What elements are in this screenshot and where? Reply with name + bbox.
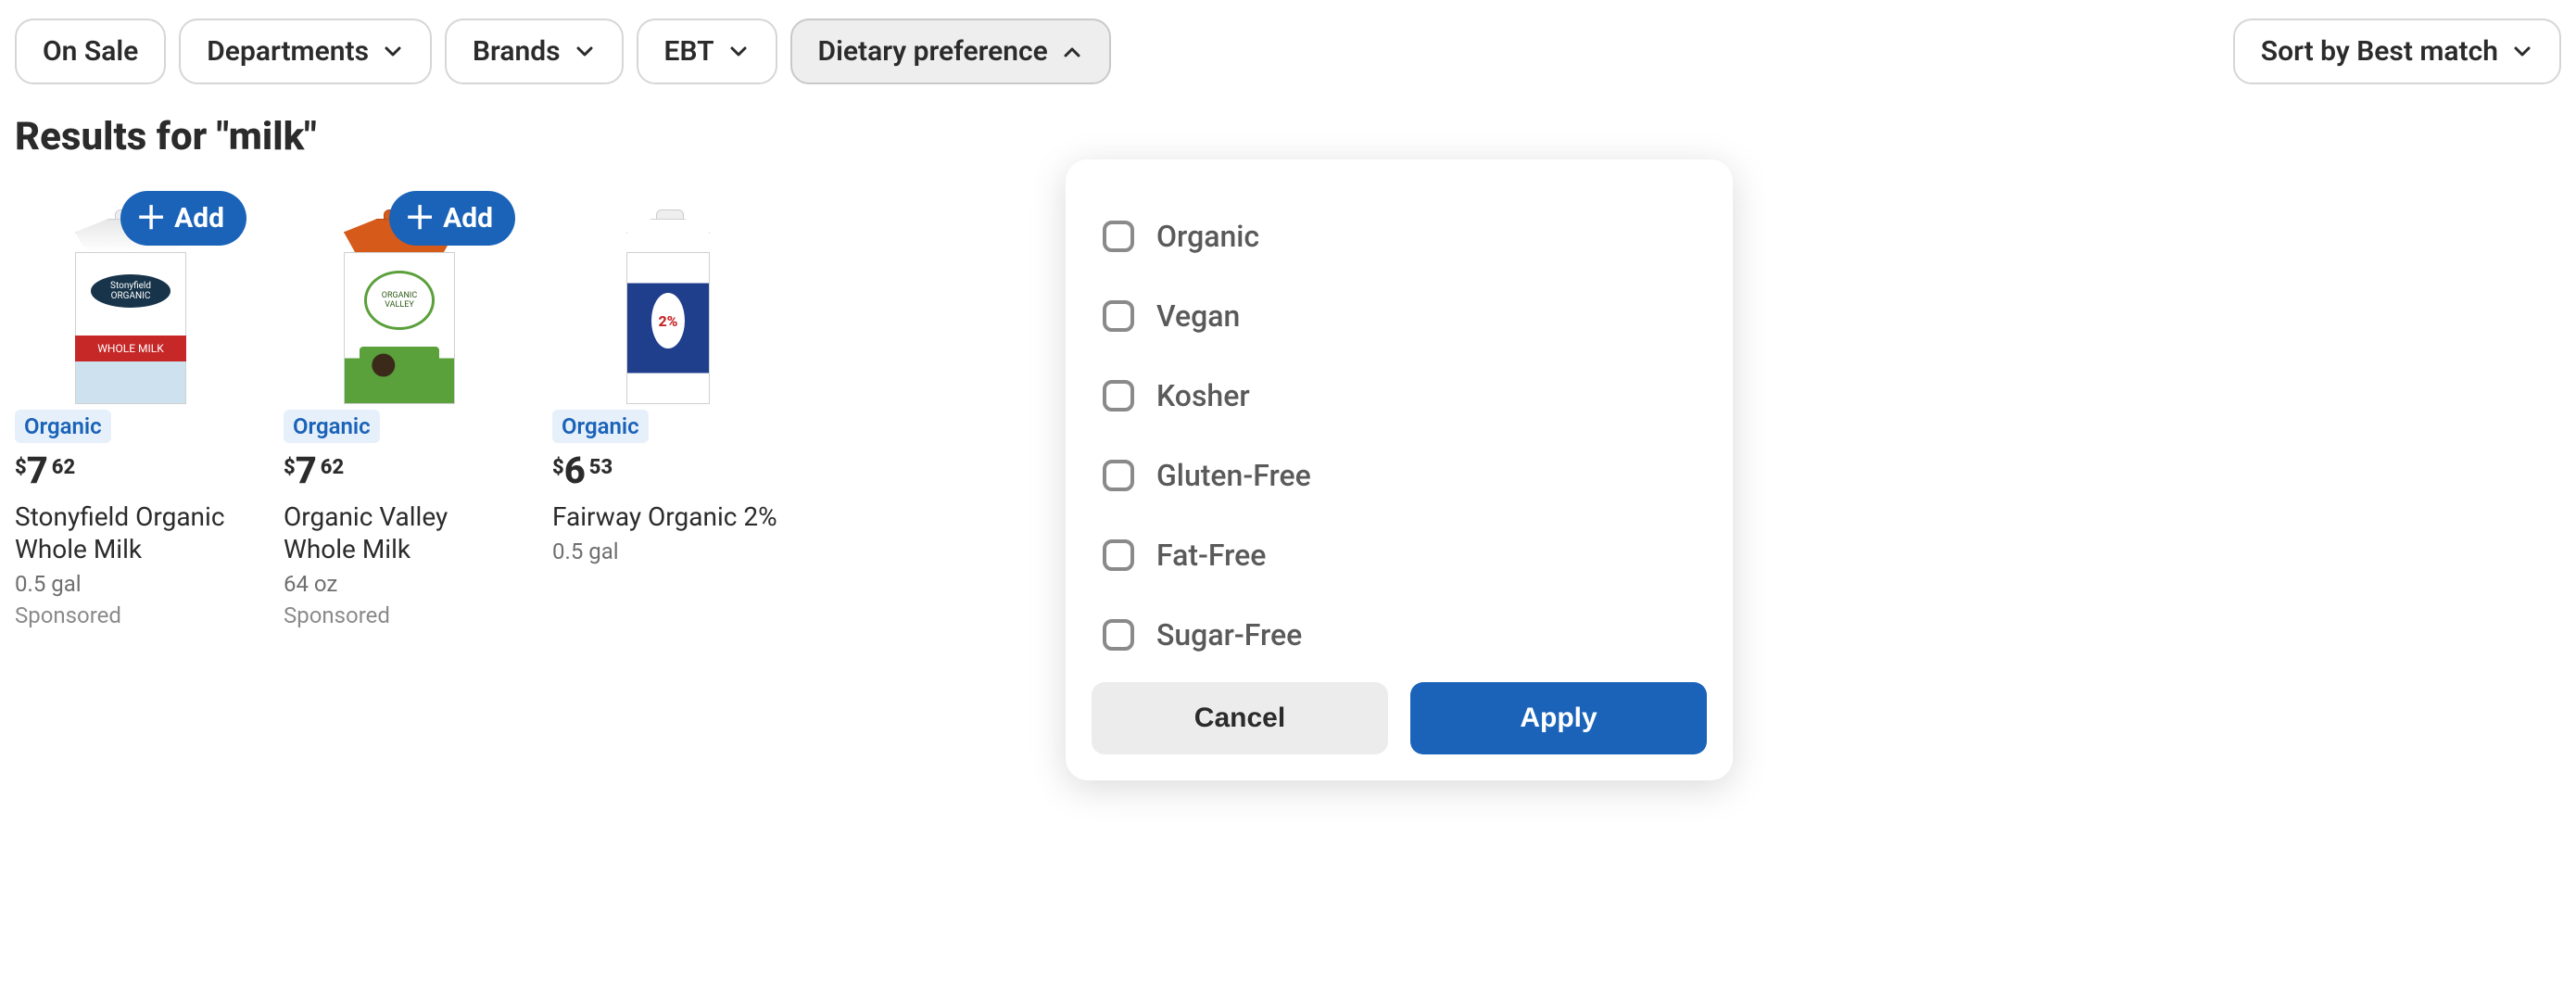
checkbox-icon[interactable] <box>1103 300 1134 332</box>
filter-brands[interactable]: Brands <box>445 19 624 84</box>
filter-dietary-label: Dietary preference <box>818 35 1048 68</box>
cancel-button[interactable]: Cancel <box>1092 682 1388 754</box>
checkbox-icon[interactable] <box>1103 221 1134 252</box>
filter-brands-label: Brands <box>473 35 561 68</box>
plus-icon: ＋ <box>135 203 167 234</box>
product-name: Fairway Organic 2% <box>552 500 784 533</box>
sponsored-label: Sponsored <box>15 602 246 628</box>
dietary-option-label: Vegan <box>1156 298 1240 334</box>
dietary-dropdown-actions: Cancel Apply <box>1066 660 1733 780</box>
sponsored-label: Sponsored <box>284 602 515 628</box>
dietary-option-label: Gluten-Free <box>1156 458 1311 493</box>
dietary-option-label: Organic <box>1156 219 1259 254</box>
add-button-label: Add <box>174 202 224 234</box>
add-button[interactable]: ＋ Add <box>389 191 515 246</box>
product-price: $762 <box>284 452 515 489</box>
product-name: Stonyfield Organic Whole Milk <box>15 500 246 565</box>
organic-badge: Organic <box>552 410 649 443</box>
chevron-up-icon <box>1061 41 1083 63</box>
product-card[interactable]: StonyfieldORGANIC WHOLE MILK ＋ Add Organ… <box>15 191 246 629</box>
product-price: $762 <box>15 452 246 489</box>
add-button[interactable]: ＋ Add <box>120 191 246 246</box>
dietary-option-organic[interactable]: Organic <box>1103 196 1696 276</box>
sort-label: Sort by Best match <box>2261 35 2498 68</box>
filter-dietary-preference[interactable]: Dietary preference <box>790 19 1111 84</box>
plus-icon: ＋ <box>404 203 436 234</box>
product-image: 2% <box>552 191 784 404</box>
add-button-label: Add <box>443 202 493 234</box>
chevron-down-icon <box>382 41 404 63</box>
product-price: $653 <box>552 452 784 489</box>
product-card[interactable]: 2% Organic $653 Fairway Organic 2% 0.5 g… <box>552 191 784 629</box>
checkbox-icon[interactable] <box>1103 539 1134 571</box>
apply-button[interactable]: Apply <box>1410 682 1707 754</box>
filter-on-sale[interactable]: On Sale <box>15 19 166 84</box>
results-heading: Results for "milk" <box>15 114 2561 159</box>
dietary-option-vegan[interactable]: Vegan <box>1103 276 1696 356</box>
product-size: 0.5 gal <box>552 538 784 564</box>
dietary-option-label: Fat-Free <box>1156 538 1266 573</box>
organic-badge: Organic <box>15 410 111 443</box>
filter-ebt-label: EBT <box>664 35 714 68</box>
product-size: 0.5 gal <box>15 571 246 597</box>
dietary-option-gluten-free[interactable]: Gluten-Free <box>1103 436 1696 515</box>
filter-departments[interactable]: Departments <box>179 19 432 84</box>
filter-bar: On Sale Departments Brands EBT Dietary p… <box>15 19 2561 84</box>
product-image: ORGANICVALLEY ＋ Add <box>284 191 515 404</box>
checkbox-icon[interactable] <box>1103 619 1134 651</box>
checkbox-icon[interactable] <box>1103 380 1134 412</box>
dietary-option-kosher[interactable]: Kosher <box>1103 356 1696 436</box>
dietary-option-fat-free[interactable]: Fat-Free <box>1103 515 1696 595</box>
chevron-down-icon <box>727 41 750 63</box>
filter-departments-label: Departments <box>207 35 369 68</box>
dietary-option-label: Kosher <box>1156 378 1250 413</box>
dietary-option-sugar-free[interactable]: Sugar-Free <box>1103 595 1696 660</box>
product-image: StonyfieldORGANIC WHOLE MILK ＋ Add <box>15 191 246 404</box>
product-name: Organic Valley Whole Milk <box>284 500 515 565</box>
chevron-down-icon <box>2511 41 2533 63</box>
checkbox-icon[interactable] <box>1103 460 1134 491</box>
chevron-down-icon <box>574 41 596 63</box>
dietary-option-label: Sugar-Free <box>1156 617 1302 652</box>
filter-ebt[interactable]: EBT <box>637 19 777 84</box>
product-size: 64 oz <box>284 571 515 597</box>
dietary-option-list: Organic Vegan Kosher Gluten-Free Fat-Fre… <box>1066 196 1733 660</box>
dietary-preference-dropdown: Organic Vegan Kosher Gluten-Free Fat-Fre… <box>1066 159 1733 780</box>
organic-badge: Organic <box>284 410 380 443</box>
sort-dropdown[interactable]: Sort by Best match <box>2233 19 2561 84</box>
filter-on-sale-label: On Sale <box>43 35 138 68</box>
product-card[interactable]: ORGANICVALLEY ＋ Add Organic $762 Organic… <box>284 191 515 629</box>
